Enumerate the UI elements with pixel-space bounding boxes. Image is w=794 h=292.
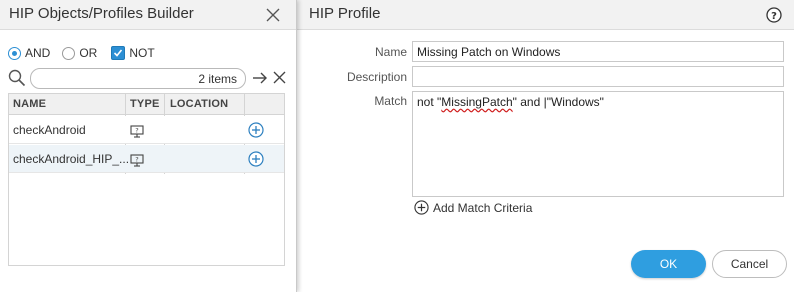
filter-options: AND OR NOT bbox=[8, 44, 155, 62]
add-match-criteria-link[interactable]: Add Match Criteria bbox=[414, 200, 532, 215]
column-header-type[interactable]: TYPE bbox=[130, 98, 160, 110]
checkmark-icon bbox=[114, 49, 123, 57]
svg-text:?: ? bbox=[135, 127, 138, 135]
column-header-location[interactable]: LOCATION bbox=[170, 98, 228, 110]
match-label: Match bbox=[374, 94, 407, 108]
help-icon[interactable]: ? bbox=[766, 7, 782, 23]
clear-icon[interactable] bbox=[273, 71, 286, 84]
add-icon[interactable] bbox=[248, 151, 264, 167]
add-match-criteria-label: Add Match Criteria bbox=[433, 200, 533, 215]
description-field[interactable] bbox=[412, 66, 784, 87]
add-icon[interactable] bbox=[248, 122, 264, 138]
builder-header: HIP Objects/Profiles Builder bbox=[0, 0, 296, 30]
description-label: Description bbox=[346, 70, 407, 84]
match-expression: not "MissingPatch" and |"Windows" bbox=[417, 95, 604, 109]
table-header: NAME TYPE LOCATION bbox=[9, 94, 284, 115]
or-radio[interactable] bbox=[62, 46, 76, 60]
profile-header: HIP Profile ? bbox=[297, 0, 794, 30]
column-header-name[interactable]: NAME bbox=[13, 98, 46, 110]
search-icon bbox=[8, 69, 26, 87]
hip-profile-dialog: HIP Profile ? Name Description Match not… bbox=[297, 0, 794, 292]
match-text-after: " and |"Windows" bbox=[512, 95, 604, 109]
svg-text:?: ? bbox=[135, 156, 138, 164]
table-row[interactable]: checkAndroid ? bbox=[9, 116, 284, 144]
match-field[interactable]: not "MissingPatch" and |"Windows" bbox=[412, 91, 784, 197]
not-checkbox[interactable] bbox=[111, 46, 126, 60]
hip-object-type-icon: ? bbox=[130, 154, 144, 167]
not-label: NOT bbox=[129, 46, 155, 60]
search-input[interactable] bbox=[39, 71, 189, 86]
hip-objects-builder-panel: HIP Objects/Profiles Builder AND OR NOT … bbox=[0, 0, 297, 292]
svg-text:?: ? bbox=[771, 11, 777, 22]
cancel-button[interactable]: Cancel bbox=[712, 250, 787, 278]
and-label: AND bbox=[25, 46, 51, 60]
row-name: checkAndroid bbox=[13, 123, 86, 137]
name-label: Name bbox=[374, 45, 407, 59]
row-name: checkAndroid_HIP_... bbox=[13, 152, 129, 166]
hip-objects-table: NAME TYPE LOCATION checkAndroid ? checkA… bbox=[8, 93, 285, 266]
name-field[interactable] bbox=[412, 41, 784, 62]
profile-title: HIP Profile bbox=[309, 5, 381, 22]
match-text-before: not " bbox=[417, 95, 442, 109]
arrow-right-icon[interactable] bbox=[252, 71, 268, 85]
builder-title: HIP Objects/Profiles Builder bbox=[9, 5, 194, 22]
close-icon[interactable] bbox=[266, 8, 280, 22]
and-radio[interactable] bbox=[8, 46, 21, 60]
or-label: OR bbox=[79, 46, 98, 60]
ok-button[interactable]: OK bbox=[631, 250, 706, 278]
add-icon bbox=[414, 200, 429, 215]
table-row[interactable]: checkAndroid_HIP_... ? bbox=[9, 145, 284, 173]
match-text-misspelled: MissingPatch bbox=[441, 95, 513, 109]
search-field: 2 items bbox=[30, 68, 246, 89]
search-bar: 2 items bbox=[8, 68, 286, 90]
item-count: 2 items bbox=[198, 72, 237, 86]
hip-object-type-icon: ? bbox=[130, 125, 144, 138]
